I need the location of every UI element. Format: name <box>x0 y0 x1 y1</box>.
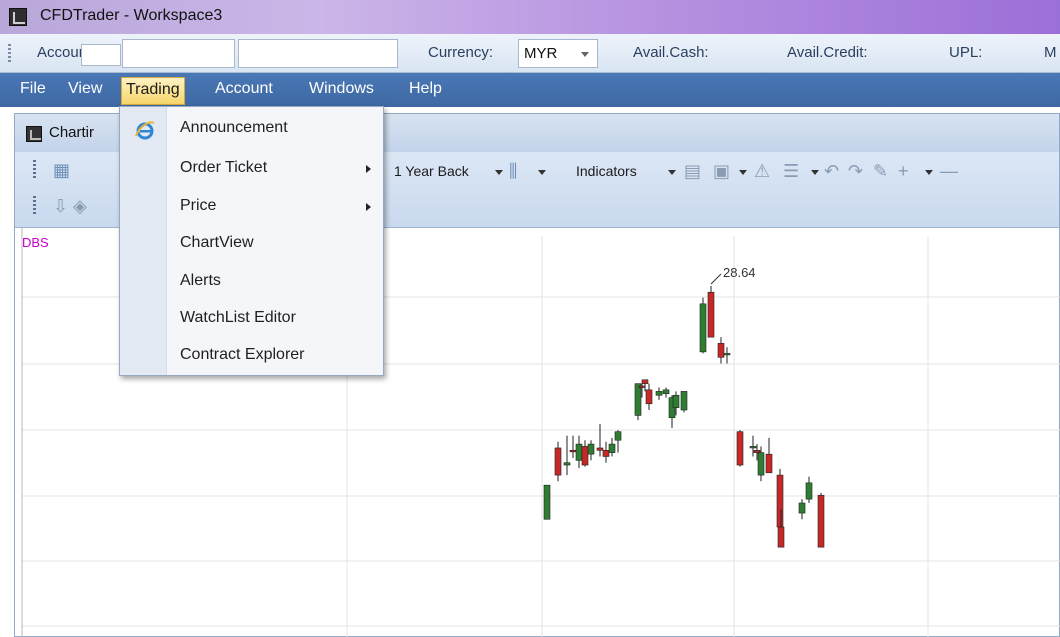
ie-icon <box>135 121 155 140</box>
menu-item-announcement[interactable]: Announcement <box>180 119 288 137</box>
menu-trading[interactable]: Trading <box>121 77 185 105</box>
app-icon <box>9 8 27 26</box>
candle-body <box>608 443 616 453</box>
candle-body <box>581 446 589 466</box>
chevron-down-icon[interactable] <box>925 170 933 175</box>
symbol-list-icon[interactable]: ▦ <box>53 161 70 179</box>
menu-help[interactable]: Help <box>405 80 446 98</box>
line-icon[interactable]: — <box>940 162 958 180</box>
account-toolbar: Account: Currency: MYR Avail.Cash: Avail… <box>0 34 1060 73</box>
chart-annotation: 28.64 <box>710 265 756 285</box>
chart-window-title: Chartir <box>49 124 95 141</box>
currency-value: MYR <box>524 45 558 62</box>
account-field-2[interactable] <box>238 39 398 68</box>
title-bar: CFDTrader - Workspace3 <box>0 0 1060 34</box>
annotation-leader <box>710 273 722 285</box>
indicators-dropdown[interactable]: Indicators <box>576 163 637 179</box>
candle-body <box>569 450 577 453</box>
upl-label: UPL: <box>949 44 983 61</box>
candle-body <box>736 431 744 466</box>
candle-body <box>717 343 725 358</box>
candle-body <box>645 389 653 405</box>
menu-gutter <box>120 107 167 375</box>
candle-body <box>543 484 551 520</box>
chevron-down-icon <box>581 52 589 57</box>
menu-item-price[interactable]: Price <box>180 197 216 215</box>
chart-window-icon <box>26 126 42 142</box>
candle-body <box>817 494 825 548</box>
warning-icon[interactable]: ⚠ <box>754 162 770 180</box>
menu-item-contract-explorer[interactable]: Contract Explorer <box>180 346 305 364</box>
menu-account[interactable]: Account <box>211 80 277 98</box>
candle-body <box>662 389 670 395</box>
avail-cash-label: Avail.Cash: <box>633 44 709 61</box>
print-icon[interactable]: ▤ <box>684 162 701 180</box>
candle-body <box>680 391 688 411</box>
candle-body <box>554 447 562 476</box>
avail-credit-label: Avail.Credit: <box>787 44 868 61</box>
menu-bar: File View Trading Account Windows Help <box>0 73 1060 107</box>
menu-item-alerts[interactable]: Alerts <box>180 272 221 290</box>
candle-body <box>634 383 642 416</box>
chevron-down-icon[interactable] <box>495 170 503 175</box>
chevron-right-icon <box>366 203 371 211</box>
toolbar-grip[interactable] <box>33 160 36 180</box>
lines-icon[interactable]: ☰ <box>783 162 799 180</box>
crosshair-icon[interactable]: + <box>898 162 909 180</box>
period-dropdown[interactable]: 1 Year Back <box>394 163 469 179</box>
eraser-icon[interactable]: ◈ <box>73 197 87 215</box>
annotation-label: 28.64 <box>723 265 756 280</box>
pencil-icon[interactable]: ✎ <box>873 162 888 180</box>
menu-item-order-ticket[interactable]: Order Ticket <box>180 159 267 177</box>
redo-icon[interactable]: ↷ <box>848 162 863 180</box>
candle-body <box>699 303 707 353</box>
menu-file[interactable]: File <box>16 80 50 98</box>
arrow-down-icon[interactable]: ⇩ <box>53 197 68 215</box>
candle-body <box>777 526 785 548</box>
candle-body <box>749 446 757 449</box>
currency-select[interactable]: MYR <box>518 39 598 68</box>
chevron-down-icon[interactable] <box>739 170 747 175</box>
toolbar-grip[interactable] <box>33 196 36 216</box>
candlestick-icon[interactable]: ⫼ <box>509 162 517 180</box>
candle-body <box>765 453 773 474</box>
chart-symbol-label: DBS <box>22 235 49 250</box>
candle-body <box>757 452 765 476</box>
chevron-down-icon[interactable] <box>811 170 819 175</box>
account-field-1[interactable] <box>122 39 235 68</box>
candle-body <box>723 353 731 356</box>
candle-body <box>707 291 715 338</box>
undo-icon[interactable]: ↶ <box>824 162 839 180</box>
candle-body <box>614 431 622 441</box>
candle-body <box>602 450 610 457</box>
candle-body <box>753 450 761 453</box>
candle-body <box>798 502 806 514</box>
menu-item-watchlist-editor[interactable]: WatchList Editor <box>180 309 296 327</box>
menu-view[interactable]: View <box>64 80 106 98</box>
window-title: CFDTrader - Workspace3 <box>40 7 223 24</box>
candles <box>543 286 825 548</box>
candle-body <box>563 462 571 466</box>
candle-body <box>776 474 784 528</box>
candle-body <box>805 482 813 500</box>
toolbar-grip[interactable] <box>8 44 11 62</box>
symbol-input[interactable] <box>81 44 121 66</box>
truncated-label: M <box>1044 44 1057 61</box>
candle-body <box>575 443 583 461</box>
chevron-down-icon[interactable] <box>668 170 676 175</box>
candle-body <box>641 379 649 384</box>
currency-label: Currency: <box>428 44 494 61</box>
chevron-right-icon <box>366 165 371 173</box>
menu-windows[interactable]: Windows <box>305 80 378 98</box>
chevron-down-icon[interactable] <box>538 170 546 175</box>
candle-body <box>638 385 646 388</box>
save-icon[interactable]: ▣ <box>713 162 730 180</box>
trading-menu: Announcement Order Ticket Price ChartVie… <box>119 106 384 376</box>
candle-body <box>672 394 680 408</box>
candle-body <box>655 391 663 396</box>
candle-body <box>596 447 604 451</box>
candle-body <box>587 443 595 455</box>
menu-item-chartview[interactable]: ChartView <box>180 234 254 252</box>
